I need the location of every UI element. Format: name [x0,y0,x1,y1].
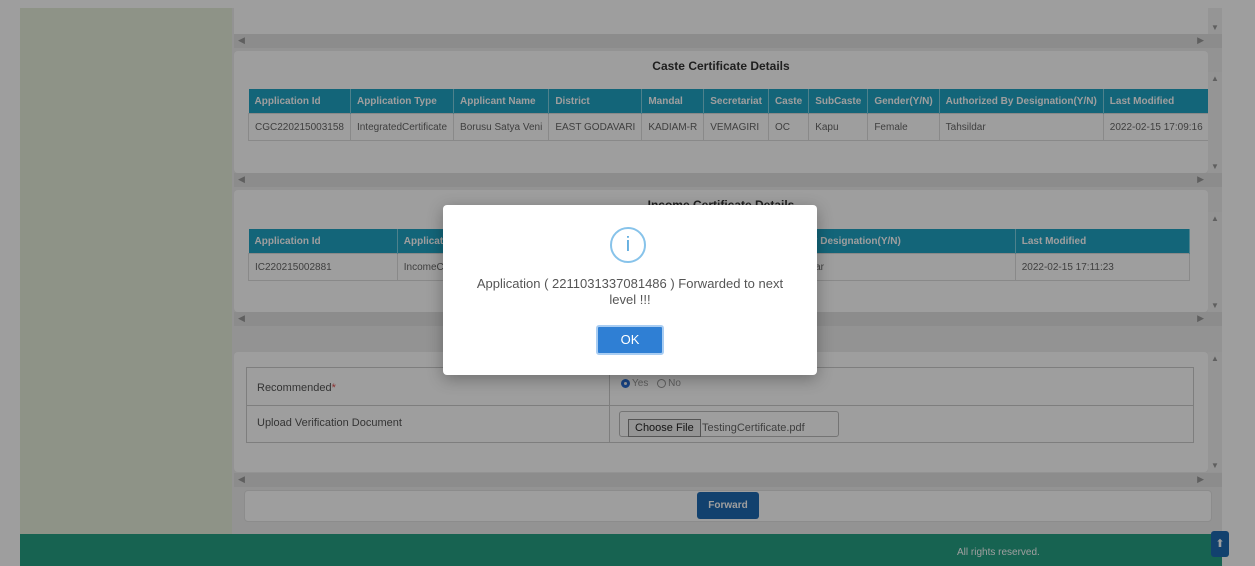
alert-dialog: i Application ( 2211031337081486 ) Forwa… [443,205,817,375]
ok-button[interactable]: OK [596,325,664,355]
alert-message: Application ( 2211031337081486 ) Forward… [476,276,784,307]
info-icon: i [610,227,646,263]
